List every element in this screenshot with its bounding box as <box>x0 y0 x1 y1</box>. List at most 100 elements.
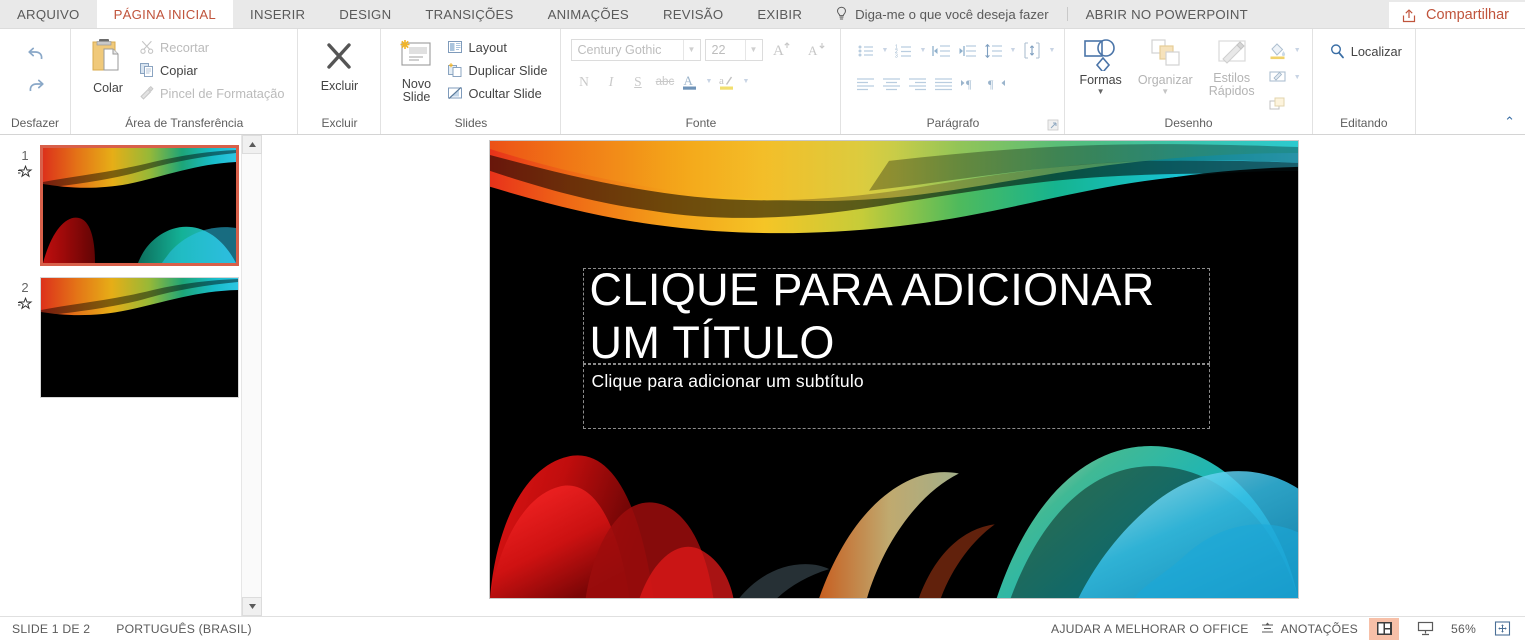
language-label[interactable]: PORTUGUÊS (BRASIL) <box>116 622 251 636</box>
new-slide-label-2: Slide <box>402 90 431 104</box>
format-painter-button[interactable]: Pincel de Formatação <box>135 82 290 104</box>
new-slide-button[interactable]: Novo Slide <box>389 34 443 107</box>
chevron-down-icon[interactable]: ▼ <box>1292 74 1303 81</box>
justify-button[interactable] <box>931 72 956 95</box>
shapes-button[interactable]: Formas ▼ <box>1071 34 1129 98</box>
slideshow-view-button[interactable] <box>1410 618 1440 640</box>
scroll-down-button[interactable] <box>242 597 262 616</box>
font-family-select[interactable]: Century Gothic ▼ <box>571 38 702 61</box>
notes-icon <box>1261 622 1273 633</box>
tab-revisao[interactable]: REVISÃO <box>646 0 740 28</box>
line-spacing-button[interactable] <box>981 39 1006 62</box>
bold-button[interactable]: N <box>571 70 596 93</box>
chevron-down-icon[interactable]: ▼ <box>740 78 751 85</box>
shape-fill-button[interactable] <box>1265 39 1290 62</box>
ribbon-group-desenho: Formas ▼ Organizar ▼ Estilos Rápidos ▼ ▼… <box>1064 29 1311 134</box>
quick-styles-button[interactable]: Estilos Rápidos <box>1201 34 1263 101</box>
font-color-icon: A <box>683 73 697 90</box>
share-button[interactable]: Compartilhar <box>1389 2 1525 28</box>
italic-button[interactable]: I <box>598 70 623 93</box>
svg-text:A: A <box>773 43 784 59</box>
delete-button[interactable]: Excluir <box>312 34 366 96</box>
align-left-button[interactable] <box>853 72 878 95</box>
tab-exibir[interactable]: EXIBIR <box>740 0 819 28</box>
rtl-button[interactable]: ¶ <box>983 72 1008 95</box>
font-color-button[interactable]: A <box>679 70 701 93</box>
duplicate-slide-button[interactable]: Duplicar Slide <box>443 59 553 81</box>
tab-transicoes[interactable]: TRANSIÇÕES <box>408 0 530 28</box>
justify-icon <box>935 77 953 90</box>
find-button[interactable]: Localizar <box>1325 40 1408 62</box>
paste-button[interactable]: Colar <box>81 34 135 98</box>
decrease-indent-button[interactable] <box>929 39 954 62</box>
scrollbar-track[interactable] <box>242 154 261 597</box>
layout-icon <box>448 41 463 53</box>
title-placeholder[interactable]: CLIQUE PARA ADICIONAR UM TÍTULO <box>582 264 1210 368</box>
font-size-select[interactable]: 22 ▼ <box>705 38 764 61</box>
tell-me-box[interactable]: Diga-me o que você deseja fazer <box>819 0 1063 28</box>
group-label-desenho: Desenho <box>1164 116 1213 130</box>
slide-thumbnail-2[interactable] <box>40 277 239 398</box>
chevron-down-icon[interactable]: ▼ <box>879 47 890 54</box>
chevron-down-icon[interactable]: ▼ <box>1161 88 1169 96</box>
subtitle-placeholder-text: Clique para adicionar um subtítulo <box>591 371 864 391</box>
ribbon-group-fonte: Century Gothic ▼ 22 ▼ A A N I S abc A ▼ … <box>560 29 840 134</box>
shape-effects-button[interactable] <box>1265 93 1290 116</box>
group-label-excluir: Excluir <box>321 116 358 130</box>
slide-thumbnail-1[interactable] <box>40 145 239 266</box>
quick-styles-label-2: Rápidos <box>1208 84 1255 98</box>
format-painter-icon <box>140 86 154 100</box>
increase-font-size-button[interactable]: A <box>767 38 798 61</box>
redo-button[interactable] <box>21 73 51 99</box>
decrease-font-size-button[interactable]: A <box>802 38 833 61</box>
increase-indent-button[interactable] <box>955 39 980 62</box>
chevron-down-icon[interactable]: ▼ <box>917 47 928 54</box>
numbering-button[interactable]: 1 2 3 <box>891 39 916 62</box>
chevron-down-icon[interactable]: ▼ <box>1292 47 1303 54</box>
copy-button[interactable]: Copiar <box>135 59 290 81</box>
grow-font-icon: A <box>773 42 791 59</box>
align-center-button[interactable] <box>879 72 904 95</box>
strikethrough-button[interactable]: abc <box>652 70 677 93</box>
thumbnail-scrollbar[interactable] <box>241 135 262 616</box>
chevron-down-icon[interactable]: ▼ <box>1007 47 1018 54</box>
cut-button[interactable]: Recortar <box>135 36 290 58</box>
chevron-down-icon[interactable]: ▼ <box>1097 88 1105 96</box>
shape-outline-icon <box>1269 70 1286 82</box>
ltr-button[interactable]: ¶ <box>957 72 982 95</box>
tab-animacoes[interactable]: ANIMAÇÕES <box>531 0 646 28</box>
notes-button[interactable]: ANOTAÇÕES <box>1260 621 1358 636</box>
share-icon <box>1402 9 1416 23</box>
undo-button[interactable] <box>21 41 51 67</box>
tab-pagina-inicial[interactable]: PÁGINA INICIAL <box>96 0 234 28</box>
open-in-powerpoint-button[interactable]: ABRIR NO POWERPOINT <box>1072 0 1262 28</box>
editing-view-button[interactable] <box>1369 617 1399 640</box>
thumbnail-item-1[interactable]: 1 <box>0 145 261 277</box>
improve-office-label[interactable]: AJUDAR A MELHORAR O OFFICE <box>1051 622 1249 636</box>
highlight-button[interactable]: a <box>716 70 738 93</box>
layout-button[interactable]: Layout <box>443 36 553 58</box>
hide-slide-icon <box>448 86 463 100</box>
group-label-editando: Editando <box>1340 116 1388 130</box>
align-right-button[interactable] <box>905 72 930 95</box>
current-slide[interactable]: CLIQUE PARA ADICIONAR UM TÍTULO Clique p… <box>488 140 1299 599</box>
paragraph-dialog-launcher[interactable] <box>1047 119 1060 132</box>
arrange-button[interactable]: Organizar ▼ <box>1130 34 1201 98</box>
collapse-ribbon-button[interactable]: ⌃ <box>1504 114 1515 130</box>
underline-button[interactable]: S <box>625 70 650 93</box>
chevron-down-icon[interactable]: ▼ <box>703 78 714 85</box>
chevron-down-icon[interactable]: ▼ <box>1046 47 1057 54</box>
bullets-button[interactable] <box>853 39 878 62</box>
shape-outline-button[interactable] <box>1265 66 1290 89</box>
tab-arquivo[interactable]: ARQUIVO <box>0 0 97 28</box>
thumbnail-item-2[interactable]: 2 <box>0 277 261 409</box>
subtitle-placeholder[interactable]: Clique para adicionar um subtítulo <box>582 364 1210 429</box>
title-placeholder-text: CLIQUE PARA ADICIONAR UM TÍTULO <box>589 264 1155 368</box>
hide-slide-button[interactable]: Ocultar Slide <box>443 82 553 104</box>
tab-design[interactable]: DESIGN <box>322 0 408 28</box>
zoom-level-label[interactable]: 56% <box>1451 622 1476 636</box>
tab-inserir[interactable]: INSERIR <box>233 0 322 28</box>
fit-to-window-button[interactable] <box>1487 618 1517 640</box>
text-direction-button[interactable] <box>1019 39 1045 62</box>
scroll-up-button[interactable] <box>242 135 262 154</box>
